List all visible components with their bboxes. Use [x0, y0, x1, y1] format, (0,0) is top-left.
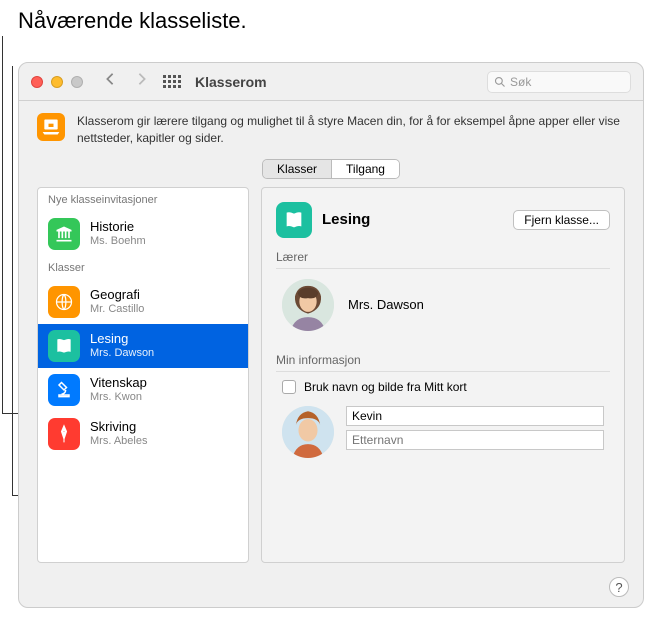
tab-access[interactable]: Tilgang: [332, 160, 399, 178]
firstname-field[interactable]: [346, 406, 604, 426]
window-controls: [31, 76, 83, 88]
class-title: Lesing: [90, 331, 154, 347]
detail-title: Lesing: [322, 211, 370, 228]
invitations-header: Nye klasseinvitasjoner: [38, 188, 248, 212]
content-area: Nye klasseinvitasjoner Historie Ms. Boeh…: [19, 187, 643, 577]
myinfo-section-label: Min informasjon: [276, 353, 610, 372]
show-all-button[interactable]: [163, 75, 181, 88]
class-title: Skriving: [90, 419, 147, 435]
class-teacher: Mr. Castillo: [90, 303, 144, 316]
class-item-vitenskap[interactable]: Vitenskap Mrs. Kwon: [38, 368, 248, 412]
detail-header: Lesing Fjern klasse...: [276, 202, 610, 238]
annotation-label: Nåværende klasseliste.: [18, 8, 247, 34]
zoom-button: [71, 76, 83, 88]
use-mycard-row: Bruk navn og bilde fra Mitt kort: [276, 372, 610, 406]
teacher-avatar: [282, 279, 334, 331]
myinfo-row: [276, 406, 610, 458]
class-item-lesing[interactable]: Lesing Mrs. Dawson: [38, 324, 248, 368]
titlebar: Klasserom Søk: [19, 63, 643, 101]
teacher-name: Mrs. Dawson: [348, 297, 424, 312]
use-mycard-label: Bruk navn og bilde fra Mitt kort: [304, 380, 467, 394]
book-icon: [48, 330, 80, 362]
class-title: Vitenskap: [90, 375, 147, 391]
classroom-app-icon: [37, 113, 65, 141]
tab-classes[interactable]: Klasser: [263, 160, 332, 178]
pane-description: Klasserom gir lærere tilgang og mulighet…: [19, 101, 643, 159]
search-placeholder: Søk: [510, 75, 531, 89]
microscope-icon: [48, 374, 80, 406]
tab-bar: Klasser Tilgang: [19, 159, 643, 179]
class-item-historie[interactable]: Historie Ms. Boehm: [38, 212, 248, 256]
class-teacher: Mrs. Dawson: [90, 347, 154, 360]
class-list: Nye klasseinvitasjoner Historie Ms. Boeh…: [37, 187, 249, 563]
back-button[interactable]: [103, 72, 117, 91]
classes-header: Klasser: [38, 256, 248, 280]
class-item-skriving[interactable]: Skriving Mrs. Abeles: [38, 412, 248, 456]
preferences-window: Klasserom Søk Klasserom gir lærere tilga…: [18, 62, 644, 608]
annotation-connector: [2, 36, 3, 66]
pane-title: Klasserom: [195, 74, 267, 90]
class-title: Geografi: [90, 287, 144, 303]
class-teacher: Mrs. Kwon: [90, 391, 147, 404]
search-icon: [494, 76, 506, 88]
student-avatar[interactable]: [282, 406, 334, 458]
help-button[interactable]: ?: [609, 577, 629, 597]
pen-icon: [48, 418, 80, 450]
description-text: Klasserom gir lærere tilgang og mulighet…: [77, 113, 625, 147]
book-icon: [276, 202, 312, 238]
class-title: Historie: [90, 219, 146, 235]
minimize-button[interactable]: [51, 76, 63, 88]
class-detail: Lesing Fjern klasse... Lærer Mrs. Dawson…: [261, 187, 625, 563]
class-teacher: Ms. Boehm: [90, 235, 146, 248]
use-mycard-checkbox[interactable]: [282, 380, 296, 394]
teacher-row: Mrs. Dawson: [276, 269, 610, 341]
search-field[interactable]: Søk: [487, 71, 631, 93]
lastname-field[interactable]: [346, 430, 604, 450]
forward-button[interactable]: [135, 72, 149, 91]
class-teacher: Mrs. Abeles: [90, 435, 147, 448]
nav-buttons: [103, 72, 149, 91]
remove-class-button[interactable]: Fjern klasse...: [513, 210, 610, 230]
teacher-section-label: Lærer: [276, 250, 610, 269]
columns-icon: [48, 218, 80, 250]
class-item-geografi[interactable]: Geografi Mr. Castillo: [38, 280, 248, 324]
globe-icon: [48, 286, 80, 318]
close-button[interactable]: [31, 76, 43, 88]
